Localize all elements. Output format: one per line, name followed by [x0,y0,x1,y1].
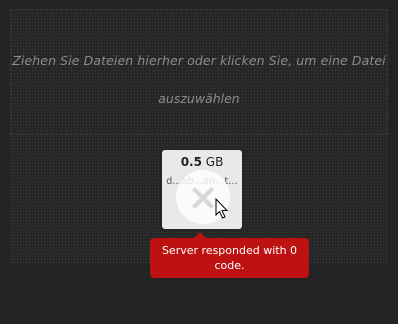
file-preview[interactable]: 0.5 GB d…ab…on…t… [162,150,242,229]
file-size-unit: GB [205,155,224,169]
dropzone-message-line-1: Ziehen Sie Dateien hierher oder klicken … [12,53,386,68]
dropzone[interactable]: Ziehen Sie Dateien hierher oder klicken … [10,9,388,135]
dropzone-message-line-2: auszuwählen [158,91,240,106]
mouse-pointer-icon [215,197,229,220]
tooltip-arrow [194,232,206,238]
error-tooltip: Server responded with 0 code. [150,232,309,278]
file-size-value: 0.5 [180,155,202,169]
error-message: Server responded with 0 code. [161,244,298,272]
file-size: 0.5 GB [162,155,242,169]
